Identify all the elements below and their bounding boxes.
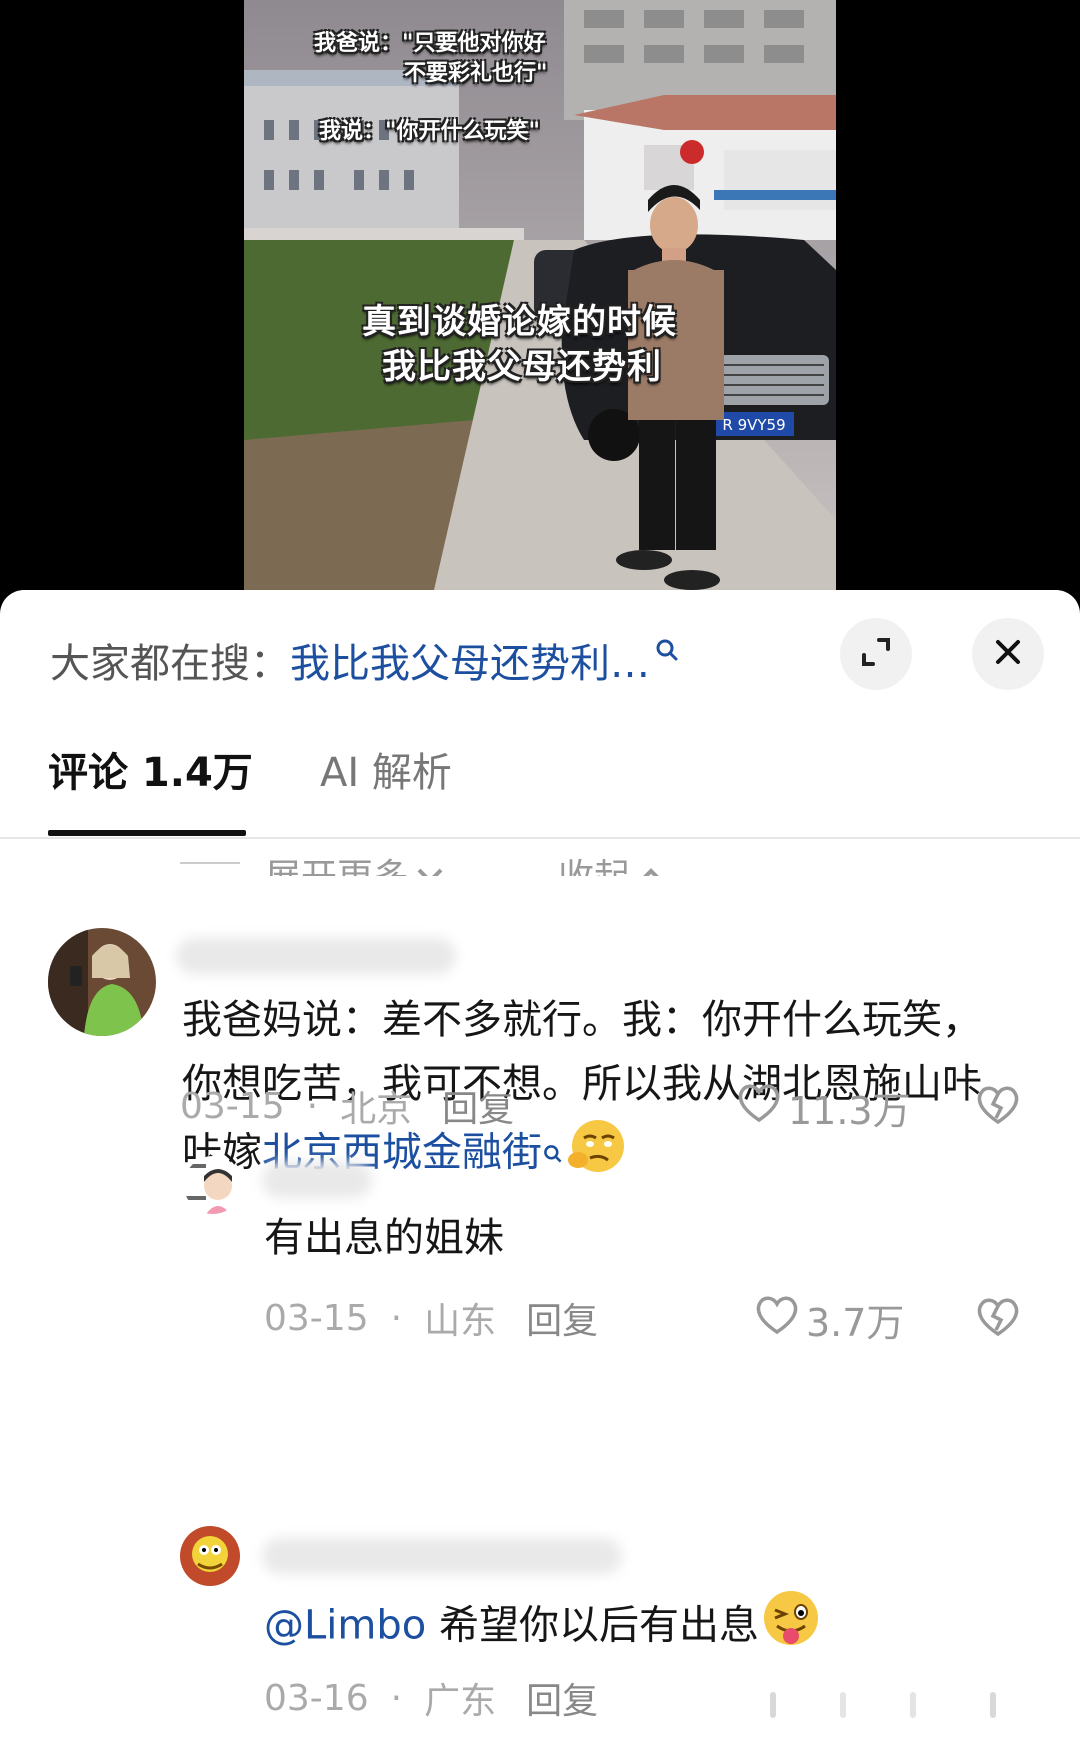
video-scene: R 9VY59 — [244, 0, 836, 590]
dislike-button[interactable] — [974, 1296, 1022, 1342]
broken-heart-icon — [974, 1298, 1022, 1342]
collapse-button[interactable]: 收起 — [558, 848, 666, 876]
like-count: 11.3万 — [788, 1089, 911, 1133]
trending-search[interactable]: 大家都在搜： 我比我父母还势利… — [50, 630, 680, 690]
winking-tongue-emoji-icon — [759, 1588, 823, 1667]
thinking-emoji-icon — [564, 1116, 628, 1193]
reply-meta: 03-15 · 山东 回复 — [264, 1292, 598, 1344]
broken-heart-icon — [974, 1086, 1022, 1130]
show-more-label: 展开更多 — [265, 848, 409, 876]
meta-separator: · — [390, 1297, 403, 1339]
video-headline-line-1: 真到谈婚论嫁的时候 — [362, 302, 677, 342]
expand-button[interactable] — [840, 618, 912, 690]
trending-search-prefix: 大家都在搜： — [50, 641, 290, 687]
search-icon[interactable] — [542, 1120, 564, 1184]
username-redacted[interactable] — [176, 938, 456, 974]
avatar[interactable] — [48, 928, 156, 1036]
tab-comments[interactable]: 评论 1.4万 — [48, 740, 253, 798]
reply-location: 山东 — [424, 1301, 497, 1342]
tabs-divider — [0, 837, 1080, 839]
license-plate-text: R 9VY59 — [722, 416, 785, 434]
collapse-label: 收起 — [558, 848, 630, 876]
dislike-button[interactable] — [974, 1084, 1022, 1130]
comment-date: 03-15 — [180, 1085, 285, 1127]
reply-text: 有出息的姐妹 — [264, 1215, 504, 1261]
username-redacted[interactable] — [262, 1538, 622, 1574]
fold-divider — [180, 862, 240, 864]
reply-button[interactable]: 回复 — [442, 1080, 514, 1132]
like-count: 3.7万 — [806, 1301, 905, 1345]
meta-separator: · — [306, 1085, 319, 1127]
mention-link[interactable]: @Limbo — [264, 1603, 426, 1649]
like-button[interactable]: 11.3万 — [736, 1080, 911, 1135]
comment-location: 北京 — [340, 1089, 413, 1130]
meta-separator: · — [390, 1677, 403, 1719]
reply-text: @Limbo 希望你以后有出息 — [264, 1588, 823, 1667]
reply-location: 广东 — [424, 1681, 497, 1722]
trending-search-query[interactable]: 我比我父母还势利… — [290, 631, 650, 689]
video-caption-line-1: 我爸说："只要他对你好 — [314, 31, 546, 56]
heart-icon — [736, 1082, 788, 1133]
comment-meta: 03-15 · 北京 回复 — [180, 1080, 514, 1132]
expand-icon — [859, 635, 893, 673]
reply-button[interactable]: 回复 — [526, 1672, 598, 1724]
video-caption-line-2: 不要彩礼也行" — [404, 61, 548, 86]
reply-meta: 03-16 · 广东 回复 — [264, 1672, 598, 1724]
video-caption-line-3: 我说："你开什么玩笑" — [319, 119, 540, 144]
search-icon[interactable] — [654, 637, 680, 663]
avatar[interactable] — [180, 1526, 240, 1586]
video-player[interactable]: R 9VY59 我爸说："只要他对你好 不要彩礼也行" 我说："你开什么玩笑" … — [0, 0, 1080, 600]
close-icon — [993, 637, 1023, 671]
chevron-down-icon — [415, 854, 445, 876]
reply-date: 03-15 — [264, 1297, 369, 1339]
heart-icon — [754, 1294, 806, 1345]
reply-date: 03-16 — [264, 1677, 369, 1719]
close-button[interactable] — [972, 618, 1044, 690]
tab-ai-analysis[interactable]: AI 解析 — [320, 740, 452, 798]
video-headline-line-2: 我比我父母还势利 — [382, 347, 662, 387]
avatar[interactable] — [184, 1156, 242, 1214]
reply-text-body: 希望你以后有出息 — [426, 1602, 759, 1649]
reply-button[interactable]: 回复 — [526, 1292, 598, 1344]
loading-indicator — [760, 1690, 1020, 1720]
video-frame[interactable]: R 9VY59 我爸说："只要他对你好 不要彩礼也行" 我说："你开什么玩笑" … — [244, 0, 836, 590]
username-redacted[interactable] — [262, 1162, 372, 1198]
comment-sheet: 大家都在搜： 我比我父母还势利… 评论 1.4万 AI 解析 展开更多 — [0, 590, 1080, 1744]
fold-controls: 展开更多 收起 — [0, 826, 1080, 876]
show-more-button[interactable]: 展开更多 — [265, 848, 445, 876]
like-button[interactable]: 3.7万 — [754, 1292, 904, 1347]
chevron-up-icon — [636, 854, 666, 876]
